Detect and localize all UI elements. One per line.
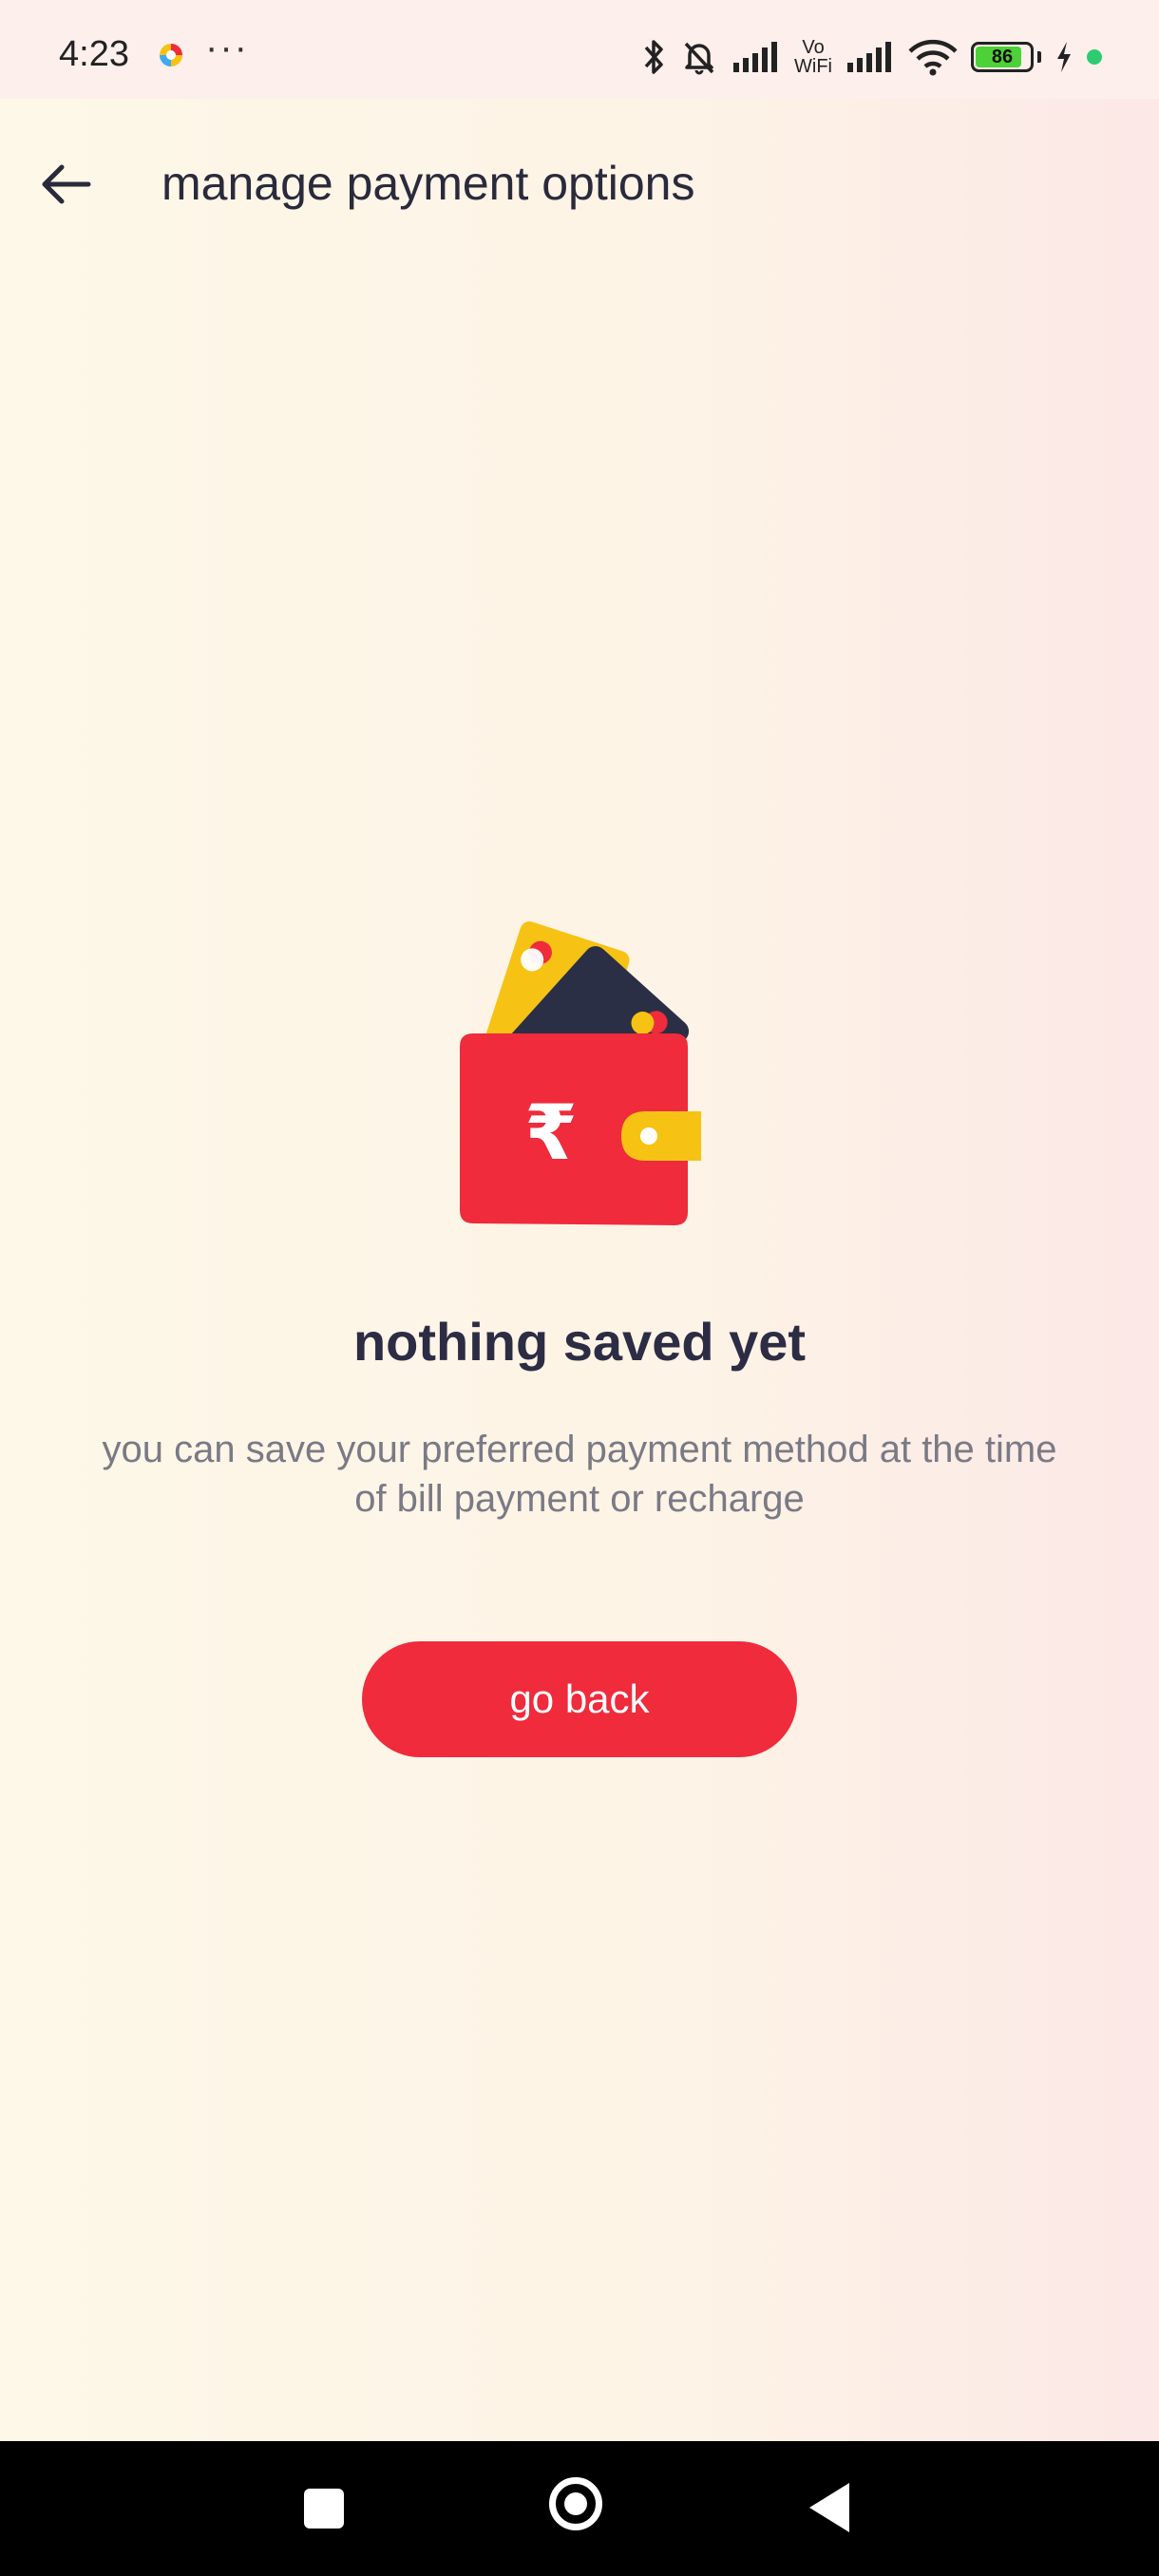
go-back-button[interactable]: go back	[362, 1641, 797, 1757]
empty-state-description: you can save your preferred payment meth…	[102, 1429, 1057, 1520]
vowifi-bottom-label: WiFi	[794, 56, 832, 77]
empty-state-title: nothing saved yet	[352, 1312, 807, 1372]
status-icons: Vo WiFi 86	[640, 28, 1102, 85]
system-navigation-bar	[0, 2441, 1159, 2576]
arrow-left-icon	[42, 164, 91, 204]
home-icon[interactable]	[549, 2477, 602, 2530]
app-header: manage payment options	[0, 99, 1159, 270]
mute-icon	[684, 42, 714, 75]
battery-percent: 86	[991, 47, 1014, 67]
signal-icon	[733, 42, 778, 72]
recent-apps-icon[interactable]	[304, 2489, 344, 2529]
rupee-symbol: ₹	[524, 1089, 578, 1177]
status-bar: 4:23 ··· Vo WiFi 86	[0, 0, 1159, 99]
back-icon[interactable]	[809, 2483, 849, 2532]
wallet-button	[640, 1127, 657, 1145]
signal-icon	[847, 42, 891, 72]
app-notification-icon	[160, 44, 182, 66]
wallet-clasp	[621, 1111, 701, 1161]
back-button[interactable]	[28, 146, 104, 222]
page-title: manage payment options	[162, 157, 695, 210]
charging-icon	[1057, 42, 1071, 72]
wifi-icon	[908, 39, 958, 76]
privacy-indicator-dot	[1087, 49, 1102, 65]
battery-cap	[1037, 51, 1041, 63]
bluetooth-icon	[644, 40, 663, 74]
wallet-with-cards-icon: ₹	[460, 921, 701, 1225]
vowifi-top-label: Vo	[802, 37, 825, 58]
battery-icon: 86	[971, 42, 1034, 72]
more-notifications-icon: ···	[205, 27, 249, 68]
vowifi-icon: Vo WiFi	[794, 38, 832, 76]
status-time: 4:23	[59, 34, 129, 74]
